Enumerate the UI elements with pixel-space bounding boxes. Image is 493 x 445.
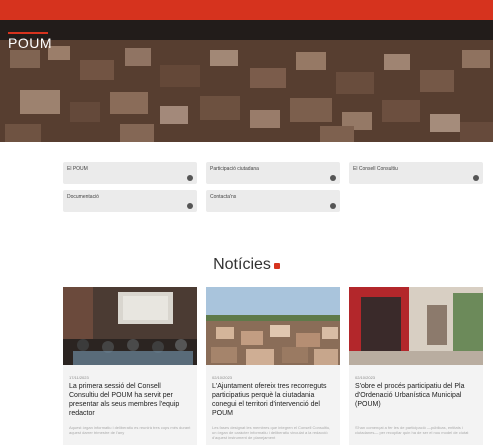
- link-card-contacta[interactable]: Contacta'ns: [206, 190, 340, 212]
- news-card-3[interactable]: 02/10/2023 S'obre el procés participatiu…: [349, 287, 483, 445]
- news-heading: Notícies: [213, 256, 271, 273]
- link-card-label: El POUM: [67, 166, 88, 172]
- arrow-circle-icon: [330, 203, 336, 209]
- news-card-1[interactable]: 17/11/2023 La primera sessió del Consell…: [63, 287, 197, 445]
- news-title[interactable]: S'obre el procés participatiu del Pla d'…: [355, 382, 477, 409]
- arrow-circle-icon: [330, 175, 336, 181]
- arrow-circle-icon: [187, 175, 193, 181]
- news-image: [206, 287, 340, 365]
- news-image: [63, 287, 197, 365]
- link-card-label: El Consell Consultiu: [353, 166, 398, 172]
- news-card-2[interactable]: 02/10/2023 L'Ajuntament ofereix tres rec…: [206, 287, 340, 445]
- link-card-el-poum[interactable]: El POUM: [63, 162, 197, 184]
- link-card-label: Participació ciutadana: [210, 166, 259, 172]
- news-excerpt: S'han començat a fer les de participació…: [355, 425, 469, 435]
- hero-banner: [0, 20, 493, 142]
- news-date: 17/11/2023: [69, 375, 89, 380]
- top-accent-bar: [0, 0, 493, 20]
- news-excerpt: Les fases designat les membres que integ…: [212, 425, 331, 440]
- news-date: 02/10/2023: [355, 375, 376, 380]
- arrow-circle-icon: [473, 175, 479, 181]
- site-logo[interactable]: POUM: [8, 35, 52, 51]
- city-aerial-image: [0, 20, 493, 142]
- logo-accent: [8, 32, 48, 34]
- rss-icon[interactable]: [273, 263, 280, 269]
- link-card-label: Documentació: [67, 194, 99, 200]
- arrow-circle-icon: [187, 203, 193, 209]
- news-section-title: Notícies: [0, 256, 493, 274]
- link-card-consell-consultiu[interactable]: El Consell Consultiu: [349, 162, 483, 184]
- news-title[interactable]: La primera sessió del Consell Consultiu …: [69, 382, 191, 418]
- news-title[interactable]: L'Ajuntament ofereix tres recorreguts pa…: [212, 382, 334, 418]
- news-date: 02/10/2023: [212, 375, 233, 380]
- news-excerpt: Aquest òrgan informatiu i deliberatiu es…: [69, 425, 191, 435]
- link-card-documentacio[interactable]: Documentació: [63, 190, 197, 212]
- link-card-label: Contacta'ns: [210, 194, 237, 200]
- news-image: [349, 287, 483, 365]
- link-card-participacio[interactable]: Participació ciutadana: [206, 162, 340, 184]
